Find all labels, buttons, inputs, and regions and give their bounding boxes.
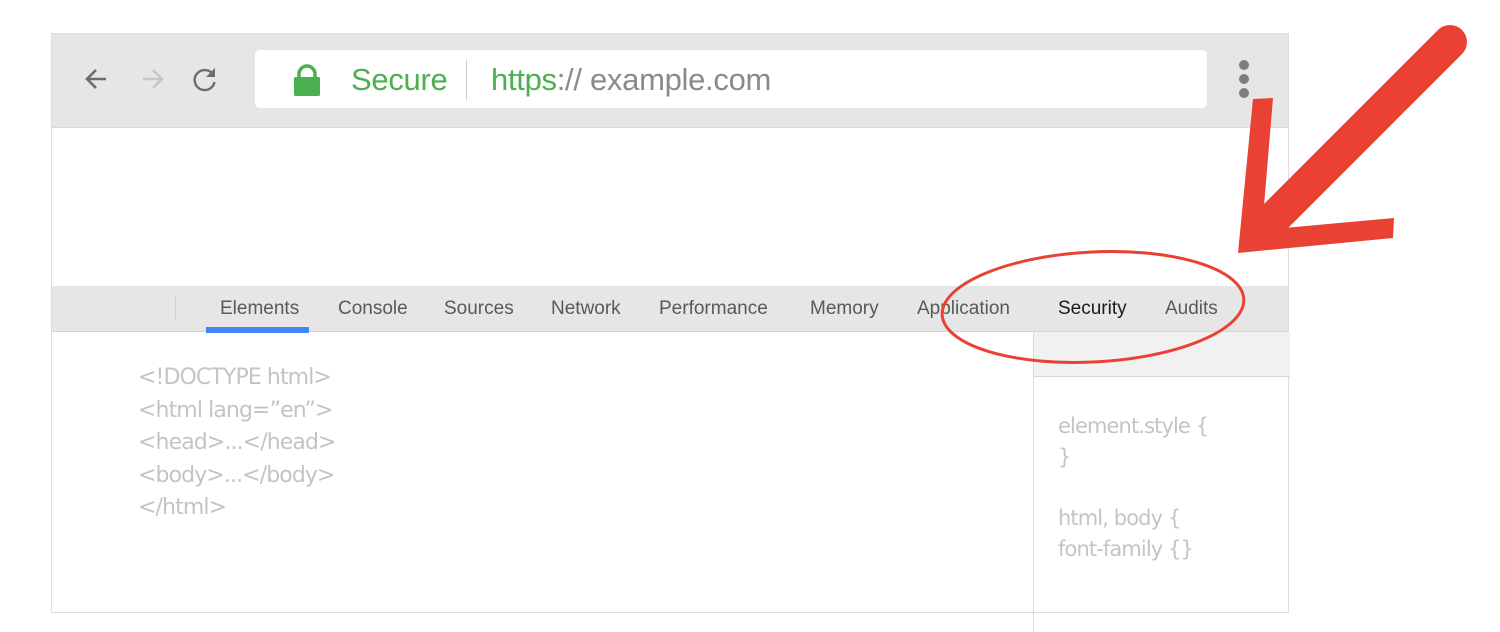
rule-spacer xyxy=(1058,473,1290,503)
browser-window: Secure https:// example.com Elements Con… xyxy=(51,33,1290,632)
reload-icon xyxy=(193,68,216,92)
address-bar[interactable]: Secure https:// example.com xyxy=(255,50,1207,108)
dom-line[interactable]: <body>...</body> xyxy=(138,460,336,493)
back-button[interactable] xyxy=(80,62,114,96)
tab-memory[interactable]: Memory xyxy=(810,286,879,331)
tab-security[interactable]: Security xyxy=(1058,286,1127,331)
menu-dot xyxy=(1239,74,1249,84)
browser-toolbar: Secure https:// example.com xyxy=(52,34,1288,128)
lock-icon xyxy=(294,64,320,96)
reload-button[interactable] xyxy=(188,62,222,96)
tab-elements[interactable]: Elements xyxy=(205,286,310,333)
menu-dot xyxy=(1239,60,1249,70)
forward-button[interactable] xyxy=(135,62,169,96)
devtools-tab-bar: Elements Console Sources Network Perform… xyxy=(52,286,1288,333)
tab-sources[interactable]: Sources xyxy=(444,286,514,331)
arrow-left-icon xyxy=(85,69,106,89)
more-vert-icon[interactable] xyxy=(1234,60,1254,100)
tab-network[interactable]: Network xyxy=(551,286,621,331)
url-text[interactable]: https:// example.com xyxy=(491,60,771,100)
url-host: example.com xyxy=(581,62,772,97)
tab-bar-divider xyxy=(175,296,176,321)
dom-line[interactable]: <!DOCTYPE html> xyxy=(138,362,336,395)
style-rule-selector[interactable]: html, body { xyxy=(1058,503,1290,534)
security-status-label: Secure xyxy=(351,62,448,97)
web-page-content xyxy=(52,128,1288,285)
omnibox-divider xyxy=(466,60,467,100)
styles-rules: element.style { } html, body { font-fami… xyxy=(1034,377,1290,565)
url-scheme: https xyxy=(491,62,557,97)
style-rule-selector[interactable]: element.style { xyxy=(1058,411,1290,442)
tab-application[interactable]: Application xyxy=(917,286,1010,331)
dom-tree: <!DOCTYPE html> <html lang=”en”> <head>.… xyxy=(138,362,336,525)
style-rule-close: } xyxy=(1058,445,1071,469)
tab-console[interactable]: Console xyxy=(338,286,408,331)
style-rule-property[interactable]: font-family {} xyxy=(1058,534,1290,565)
styles-toolbar xyxy=(1034,332,1290,377)
dom-line[interactable]: </html> xyxy=(138,492,336,525)
menu-dot xyxy=(1239,88,1249,98)
tab-performance[interactable]: Performance xyxy=(659,286,768,331)
dom-line[interactable]: <head>...</head> xyxy=(138,427,336,460)
arrow-right-icon xyxy=(143,69,164,89)
tab-audits[interactable]: Audits xyxy=(1165,286,1218,331)
styles-panel: element.style { } html, body { font-fami… xyxy=(1033,332,1290,632)
url-separator: :// xyxy=(556,62,582,97)
elements-panel: <!DOCTYPE html> <html lang=”en”> <head>.… xyxy=(52,332,1033,632)
dom-line[interactable]: <html lang=”en”> xyxy=(138,395,336,428)
